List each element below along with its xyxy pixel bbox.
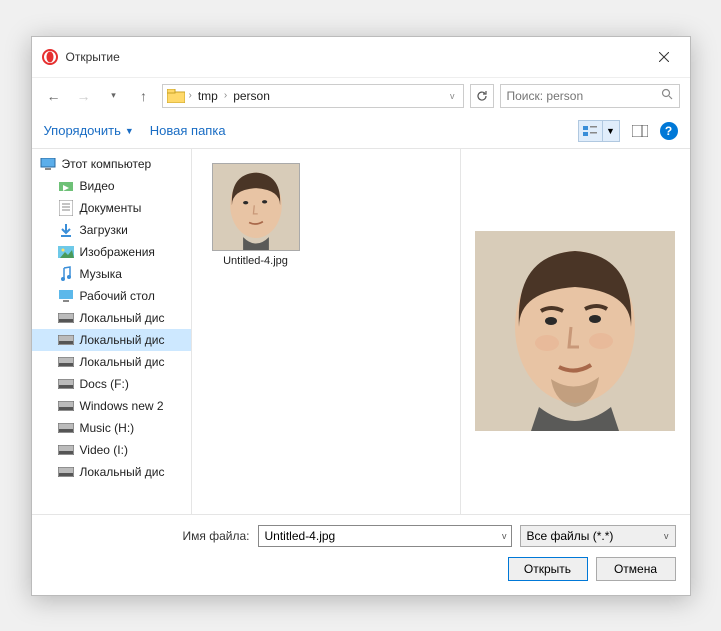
filename-input[interactable]	[259, 529, 511, 543]
sidebar-item[interactable]: Локальный дис	[32, 307, 191, 329]
thumbnails-pane[interactable]: Untitled-4.jpg	[192, 149, 460, 514]
drive-icon	[58, 420, 74, 436]
chevron-down-icon: v	[664, 531, 669, 541]
file-label: Untitled-4.jpg	[223, 255, 288, 267]
sidebar-item-label: Изображения	[80, 245, 155, 259]
sidebar-item[interactable]: Видео	[32, 175, 191, 197]
sidebar-root-label: Этот компьютер	[62, 157, 152, 171]
sidebar-item-label: Music (H:)	[80, 421, 135, 435]
recent-dropdown[interactable]: ▾	[102, 84, 126, 108]
sidebar-item-label: Video (I:)	[80, 443, 128, 457]
sidebar-item-label: Локальный дис	[80, 311, 165, 325]
sidebar-item-label: Документы	[80, 201, 142, 215]
sidebar-item[interactable]: Локальный дис	[32, 329, 191, 351]
sidebar-item[interactable]: Документы	[32, 197, 191, 219]
sidebar-item[interactable]: Изображения	[32, 241, 191, 263]
toolbar: Упорядочить ▼ Новая папка ▼ ?	[32, 114, 690, 149]
breadcrumb[interactable]: › tmp › person v	[162, 84, 464, 108]
preview-pane	[460, 149, 690, 514]
navbar: ← → ▾ ↑ › tmp › person v	[32, 78, 690, 114]
organize-menu[interactable]: Упорядочить ▼	[44, 123, 134, 138]
drive-icon	[58, 464, 74, 480]
breadcrumb-seg-1[interactable]: tmp	[196, 89, 220, 103]
open-button[interactable]: Открыть	[508, 557, 588, 581]
chevron-right-icon: ›	[224, 90, 227, 101]
thumbnails-icon	[583, 126, 597, 136]
sidebar-item[interactable]: Video (I:)	[32, 439, 191, 461]
sidebar-item-label: Рабочий стол	[80, 289, 155, 303]
drive-icon	[58, 178, 74, 194]
sidebar-item-label: Музыка	[80, 267, 122, 281]
sidebar-item-label: Windows new 2	[80, 399, 164, 413]
search-box[interactable]	[500, 84, 680, 108]
drive-icon	[58, 354, 74, 370]
refresh-button[interactable]	[470, 84, 494, 108]
file-item[interactable]: Untitled-4.jpg	[206, 163, 306, 267]
computer-icon	[40, 156, 56, 172]
sidebar-item[interactable]: Локальный дис	[32, 461, 191, 483]
breadcrumb-seg-2[interactable]: person	[231, 89, 272, 103]
sidebar-item[interactable]: Рабочий стол	[32, 285, 191, 307]
preview-image	[475, 231, 675, 431]
filename-field[interactable]: v	[258, 525, 512, 547]
close-button[interactable]	[648, 45, 680, 69]
sidebar-root-this-pc[interactable]: Этот компьютер	[32, 153, 191, 175]
titlebar: Открытие	[32, 37, 690, 78]
sidebar-item-label: Docs (F:)	[80, 377, 129, 391]
dialog-title: Открытие	[66, 50, 120, 64]
close-icon	[659, 52, 669, 62]
drive-icon	[58, 376, 74, 392]
footer: Имя файла: v Все файлы (*.*) v Открыть О…	[32, 514, 690, 595]
preview-pane-toggle[interactable]	[628, 120, 652, 142]
drive-icon	[58, 288, 74, 304]
file-open-dialog: Открытие ← → ▾ ↑ › tmp › person v	[31, 36, 691, 596]
sidebar-item-label: Загрузки	[80, 223, 128, 237]
organize-label: Упорядочить	[44, 123, 121, 138]
sidebar-item[interactable]: Windows new 2	[32, 395, 191, 417]
filetype-dropdown[interactable]: Все файлы (*.*) v	[520, 525, 676, 547]
drive-icon	[58, 398, 74, 414]
chevron-down-icon: ▼	[125, 126, 134, 136]
sidebar-item[interactable]: Music (H:)	[32, 417, 191, 439]
sidebar: Этот компьютер Видео Документы Загрузки Изо…	[32, 149, 192, 514]
filetype-label: Все файлы (*.*)	[527, 529, 614, 543]
drive-icon	[58, 200, 74, 216]
preview-pane-icon	[632, 125, 648, 137]
chevron-down-icon: ▼	[603, 121, 619, 141]
drive-icon	[58, 244, 74, 260]
drive-icon	[58, 266, 74, 282]
file-area: Untitled-4.jpg	[192, 149, 690, 514]
drive-icon	[58, 310, 74, 326]
forward-button[interactable]: →	[72, 84, 96, 108]
new-folder-button[interactable]: Новая папка	[150, 123, 226, 138]
sidebar-item-label: Видео	[80, 179, 115, 193]
refresh-icon	[476, 90, 488, 102]
sidebar-item[interactable]: Загрузки	[32, 219, 191, 241]
help-button[interactable]: ?	[660, 122, 678, 140]
sidebar-item[interactable]: Музыка	[32, 263, 191, 285]
sidebar-item-label: Локальный дис	[80, 333, 165, 347]
filename-label: Имя файла:	[183, 529, 250, 543]
opera-icon	[42, 49, 58, 65]
drive-icon	[58, 332, 74, 348]
up-button[interactable]: ↑	[132, 84, 156, 108]
chevron-down-icon[interactable]: v	[502, 531, 507, 541]
chevron-right-icon: ›	[189, 90, 192, 101]
drive-icon	[58, 222, 74, 238]
image-thumbnail	[213, 164, 299, 250]
folder-icon	[167, 89, 185, 103]
sidebar-item-label: Локальный дис	[80, 465, 165, 479]
body: Этот компьютер Видео Документы Загрузки Изо…	[32, 149, 690, 514]
sidebar-item[interactable]: Docs (F:)	[32, 373, 191, 395]
sidebar-item-label: Локальный дис	[80, 355, 165, 369]
sidebar-item[interactable]: Локальный дис	[32, 351, 191, 373]
chevron-down-icon[interactable]: v	[450, 91, 459, 101]
search-input[interactable]	[507, 89, 673, 103]
drive-icon	[58, 442, 74, 458]
search-icon	[661, 88, 673, 103]
view-mode-menu[interactable]: ▼	[578, 120, 620, 142]
back-button[interactable]: ←	[42, 84, 66, 108]
cancel-button[interactable]: Отмена	[596, 557, 676, 581]
